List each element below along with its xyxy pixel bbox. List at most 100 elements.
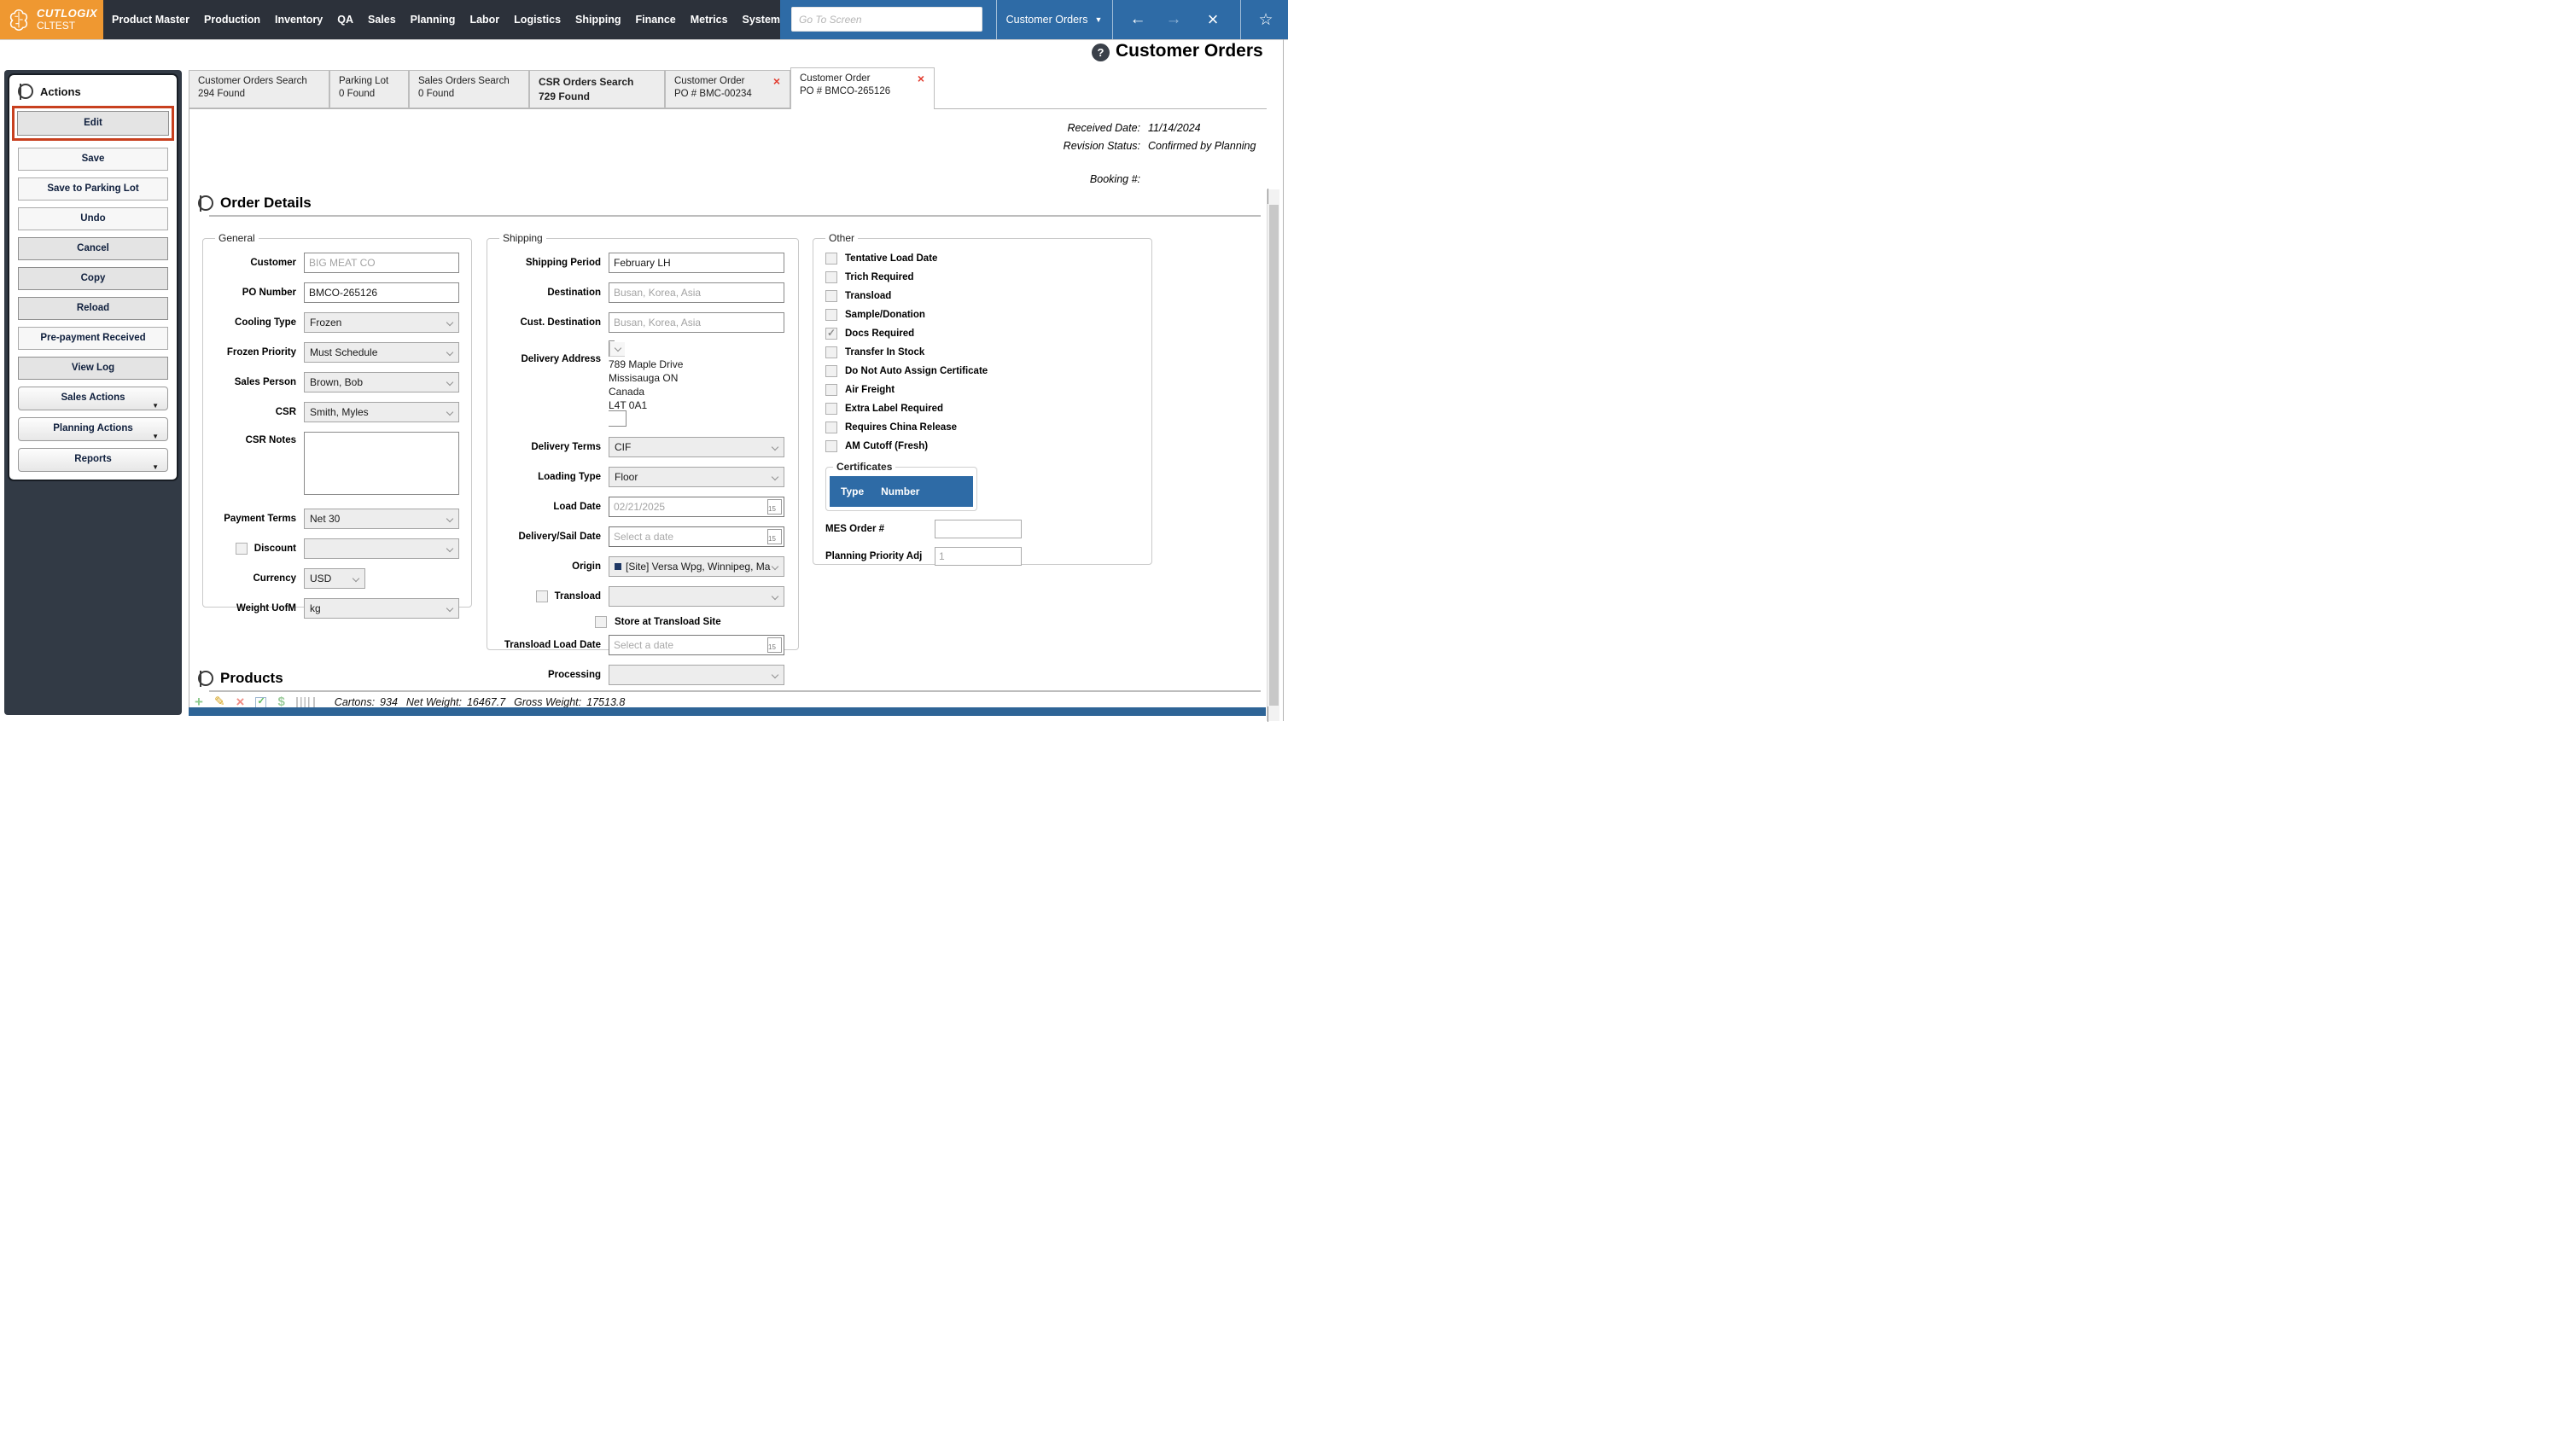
requires-china-release-checkbox[interactable] [825, 422, 837, 433]
delivery-sail-date-field[interactable]: 15 [609, 526, 784, 547]
calendar-icon[interactable]: 15 [767, 529, 782, 544]
favorite-star-icon[interactable]: ☆ [1251, 0, 1280, 39]
transload-select[interactable] [609, 586, 784, 607]
air-freight-checkbox[interactable] [825, 384, 837, 396]
reload-button[interactable]: Reload [18, 297, 168, 320]
sample-donation-checkbox[interactable] [825, 309, 837, 321]
planning-priority-adj-field[interactable] [935, 547, 1022, 566]
store-at-transload-site-checkbox[interactable] [595, 616, 607, 628]
menu-item-system[interactable]: System [743, 14, 780, 26]
transload-other-checkbox[interactable] [825, 290, 837, 302]
load-date-input[interactable] [609, 498, 767, 515]
delivery-address-dropdown-button[interactable] [609, 342, 625, 357]
cancel-button[interactable]: Cancel [18, 237, 168, 260]
discount-label: Discount [254, 544, 296, 554]
transload-load-date-input[interactable] [609, 637, 767, 654]
tab-close-icon[interactable]: × [918, 73, 924, 84]
vertical-scrollbar [1267, 189, 1279, 721]
planning-actions-menu-button[interactable]: Planning Actions ▼ [18, 417, 168, 441]
sales-actions-menu-button[interactable]: Sales Actions ▼ [18, 387, 168, 410]
delivery-terms-select[interactable]: CIF [609, 437, 784, 457]
shipping-period-field[interactable] [609, 253, 784, 273]
tab-csr-orders-search[interactable]: CSR Orders Search 729 Found [529, 70, 665, 108]
menu-item-shipping[interactable]: Shipping [575, 14, 621, 26]
other-fieldset: Other Tentative Load Date Trich Required… [813, 232, 1152, 565]
weight-uofm-select[interactable]: kg [304, 598, 459, 619]
certificates-table-header[interactable]: Type Number [830, 476, 973, 507]
copy-button[interactable]: Copy [18, 267, 168, 290]
screen-select-dropdown[interactable]: Customer Orders ▼ [996, 0, 1112, 39]
mes-order-field[interactable] [935, 520, 1022, 538]
goto-screen-input[interactable] [791, 7, 982, 32]
calendar-icon[interactable]: 15 [767, 499, 782, 515]
delivery-sail-date-input[interactable] [609, 528, 767, 545]
close-screen-button[interactable]: × [1198, 0, 1227, 39]
payment-terms-select[interactable]: Net 30 [304, 509, 459, 529]
tab-parking-lot[interactable]: Parking Lot 0 Found [329, 70, 409, 108]
delivery-address-box[interactable]: 789 Maple Drive Missisauga ON Canada L4T… [609, 340, 784, 427]
tentative-load-date-checkbox[interactable] [825, 253, 837, 265]
net-weight-value: 16467.7 [467, 696, 505, 708]
destination-field[interactable] [609, 282, 784, 303]
view-log-button[interactable]: View Log [18, 357, 168, 380]
save-button[interactable]: Save [18, 148, 168, 171]
menu-item-qa[interactable]: QA [337, 14, 353, 26]
discount-checkbox[interactable] [236, 543, 248, 555]
tab-close-icon[interactable]: × [773, 75, 780, 87]
menu-item-sales[interactable]: Sales [368, 14, 396, 26]
transload-checkbox[interactable] [536, 590, 548, 602]
calendar-icon[interactable]: 15 [767, 637, 782, 653]
menu-item-logistics[interactable]: Logistics [514, 14, 561, 26]
collapse-actions-icon[interactable] [18, 84, 33, 99]
scroll-down-button[interactable] [1268, 707, 1279, 721]
loading-type-select[interactable]: Floor [609, 467, 784, 487]
select-products-icon[interactable]: ✓ [255, 697, 266, 708]
trich-required-checkbox[interactable] [825, 271, 837, 283]
sales-person-select[interactable]: Brown, Bob [304, 372, 459, 392]
help-icon[interactable]: ? [1092, 44, 1110, 61]
currency-select[interactable]: USD [304, 568, 365, 589]
po-number-field[interactable] [304, 282, 459, 303]
frozen-priority-select[interactable]: Must Schedule [304, 342, 459, 363]
undo-button[interactable]: Undo [18, 207, 168, 230]
forward-button[interactable]: → [1159, 0, 1188, 39]
am-cutoff-fresh-checkbox[interactable] [825, 440, 837, 452]
mes-order-label: MES Order # [825, 524, 935, 534]
csr-select[interactable]: Smith, Myles [304, 402, 459, 422]
do-not-auto-assign-certificate-checkbox[interactable] [825, 365, 837, 377]
tab-customer-orders-search[interactable]: Customer Orders Search 294 Found [189, 70, 329, 108]
load-date-field[interactable]: 15 [609, 497, 784, 517]
menu-item-inventory[interactable]: Inventory [275, 14, 323, 26]
barcode-icon[interactable] [296, 697, 315, 708]
menu-item-finance[interactable]: Finance [636, 14, 676, 26]
cooling-type-select[interactable]: Frozen [304, 312, 459, 333]
pre-payment-received-button[interactable]: Pre-payment Received [18, 327, 168, 350]
scroll-up-button[interactable] [1268, 189, 1279, 203]
tab-sales-orders-search[interactable]: Sales Orders Search 0 Found [409, 70, 529, 108]
csr-notes-field[interactable] [304, 432, 459, 495]
tab-customer-order-bmco-265126[interactable]: Customer Order PO # BMCO-265126 × [790, 67, 935, 109]
collapse-order-details-icon[interactable] [198, 195, 213, 211]
discount-select[interactable] [304, 538, 459, 559]
cust-destination-field[interactable] [609, 312, 784, 333]
origin-select[interactable]: [Site] Versa Wpg, Winnipeg, Ma [609, 556, 784, 577]
edit-button[interactable]: Edit [17, 111, 169, 136]
menu-item-production[interactable]: Production [204, 14, 260, 26]
transload-load-date-field[interactable]: 15 [609, 635, 784, 655]
menu-item-labor[interactable]: Labor [469, 14, 499, 26]
customer-field[interactable] [304, 253, 459, 273]
save-to-parking-lot-button[interactable]: Save to Parking Lot [18, 177, 168, 201]
tab-customer-order-bmc-00234[interactable]: Customer Order PO # BMC-00234 × [665, 70, 790, 108]
app-logo: CUTLOGIX CLTEST [0, 0, 103, 39]
collapse-products-icon[interactable] [198, 671, 213, 686]
scrollbar-thumb[interactable] [1269, 205, 1279, 706]
extra-label-required-checkbox[interactable] [825, 403, 837, 415]
processing-select[interactable] [609, 665, 784, 685]
back-button[interactable]: ← [1123, 0, 1152, 39]
menu-item-planning[interactable]: Planning [411, 14, 456, 26]
menu-item-metrics[interactable]: Metrics [691, 14, 728, 26]
reports-menu-button[interactable]: Reports ▼ [18, 448, 168, 472]
menu-item-product-master[interactable]: Product Master [112, 14, 189, 26]
docs-required-checkbox[interactable]: ✓ [825, 328, 837, 340]
transfer-in-stock-checkbox[interactable] [825, 346, 837, 358]
